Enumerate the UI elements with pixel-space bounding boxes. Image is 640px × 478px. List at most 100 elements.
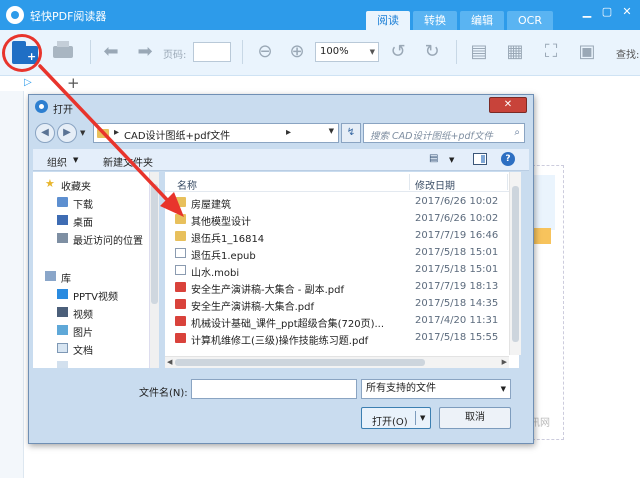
- open-button[interactable]: 打开(O) ▼: [361, 407, 431, 429]
- column-header-name[interactable]: 名称: [177, 177, 197, 192]
- next-page-button[interactable]: ➡: [132, 40, 158, 64]
- nav-item-documents[interactable]: 文档: [33, 340, 152, 357]
- scrollbar-thumb[interactable]: [151, 184, 158, 304]
- zoom-out-button[interactable]: ⊖: [252, 40, 278, 64]
- arrow-left-icon: ⬅: [103, 41, 119, 62]
- open-file-dialog: 打开 ✕ ◀ ▶ ▼ ▸ CAD设计图纸+pdf文件 ▸ ▼ ↯ 搜索 CAD设…: [28, 94, 534, 444]
- pdf-file-icon: [175, 316, 186, 326]
- nav-item-music[interactable]: [33, 358, 152, 368]
- chevron-down-icon[interactable]: ▼: [329, 127, 334, 135]
- nav-item-recent-places[interactable]: 最近访问的位置: [33, 230, 152, 247]
- breadcrumb-separator-icon[interactable]: ▸: [114, 127, 119, 138]
- app-logo-icon: [6, 6, 24, 24]
- download-folder-icon: [57, 197, 68, 207]
- dialog-close-button[interactable]: ✕: [489, 97, 527, 113]
- search-input[interactable]: 搜索 CAD设计图纸+pdf文件 ⌕: [363, 123, 525, 143]
- zoom-out-icon: ⊖: [257, 41, 273, 62]
- back-button[interactable]: ◀: [35, 123, 55, 143]
- nav-item-pictures[interactable]: 图片: [33, 322, 152, 339]
- refresh-button[interactable]: ↯: [341, 123, 361, 143]
- chevron-down-icon[interactable]: ▼: [420, 414, 425, 422]
- file-name: 山水.mobi: [191, 268, 240, 279]
- screenshot-button[interactable]: ▣: [574, 40, 600, 64]
- scroll-left-icon[interactable]: ◀: [167, 358, 172, 366]
- nav-item-libraries[interactable]: 库: [33, 268, 152, 285]
- left-sidebar: [0, 91, 24, 478]
- preview-pane-icon[interactable]: [473, 153, 487, 165]
- file-row[interactable]: 机械设计基础_课件_ppt超级合集(720页)... 2017/4/20 11:3…: [165, 313, 519, 330]
- column-divider[interactable]: [409, 174, 410, 190]
- nav-item-pptv[interactable]: PPTV视频: [33, 286, 152, 303]
- filename-input[interactable]: [191, 379, 357, 399]
- new-folder-button[interactable]: 新建文件夹: [103, 154, 153, 169]
- zoom-select[interactable]: 100% ▼: [315, 42, 379, 62]
- close-button[interactable]: ✕: [620, 5, 634, 19]
- file-name: 计算机维修工(三级)操作技能练习题.pdf: [191, 336, 369, 347]
- chevron-down-icon[interactable]: ▼: [449, 156, 454, 164]
- scroll-right-icon[interactable]: ▶: [502, 358, 507, 366]
- scrollbar-thumb[interactable]: [512, 186, 519, 342]
- pptv-icon: [57, 289, 68, 299]
- split-divider: [415, 411, 416, 425]
- cancel-button[interactable]: 取消: [439, 407, 511, 429]
- new-tab-button[interactable]: +: [67, 74, 80, 92]
- file-type-select[interactable]: 所有支持的文件 ▼: [361, 379, 511, 399]
- nav-item-videos[interactable]: 视频: [33, 304, 152, 321]
- nav-item-label: 收藏夹: [61, 182, 91, 193]
- navigation-pane-scrollbar[interactable]: [149, 172, 159, 368]
- address-bar[interactable]: ▸ CAD设计图纸+pdf文件 ▸ ▼: [93, 123, 339, 143]
- tab-convert[interactable]: 转换: [413, 11, 457, 30]
- file-row[interactable]: 房屋建筑2017/6/26 10:02文件夹: [165, 194, 519, 211]
- file-row[interactable]: 退伍兵1_168142017/7/19 16:46文件夹: [165, 228, 519, 245]
- file-row[interactable]: 安全生产演讲稿-大集合.pdf2017/5/18 14:35WPS P: [165, 296, 519, 313]
- forward-button[interactable]: ▶: [57, 123, 77, 143]
- dialog-app-icon: [35, 100, 48, 113]
- minimize-button[interactable]: ▁: [580, 5, 594, 19]
- chevron-down-icon[interactable]: ▼: [73, 156, 78, 164]
- scrollbar-thumb[interactable]: [175, 359, 425, 366]
- file-row[interactable]: 山水.mobi2017/5/18 15:01MOBI: [165, 262, 519, 279]
- file-row[interactable]: 安全生产演讲稿-大集合 - 副本.pdf2017/7/19 18:13WPS P: [165, 279, 519, 296]
- page-number-input[interactable]: [193, 42, 231, 62]
- file-row[interactable]: 计算机维修工(三级)操作技能练习题.pdf2017/5/18 15:55WPS …: [165, 330, 519, 347]
- tab-edit[interactable]: 编辑: [460, 11, 504, 30]
- recent-locations-chevron-icon[interactable]: ▼: [80, 129, 85, 137]
- search-label: 查找:: [616, 50, 640, 61]
- breadcrumb-current-folder[interactable]: CAD设计图纸+pdf文件: [124, 127, 230, 142]
- documents-icon: [57, 343, 68, 353]
- folder-icon: [175, 231, 186, 241]
- zoom-in-button[interactable]: ⊕: [284, 40, 310, 64]
- rotate-right-button[interactable]: ↻: [419, 40, 445, 64]
- breadcrumb-separator-icon[interactable]: ▸: [286, 127, 291, 138]
- single-page-button[interactable]: ▤: [466, 40, 492, 64]
- help-icon[interactable]: ?: [501, 152, 515, 166]
- folder-icon: [97, 129, 109, 138]
- nav-item-desktop[interactable]: 桌面: [33, 212, 152, 229]
- single-page-icon: ▤: [470, 41, 488, 62]
- rotate-left-button[interactable]: ↺: [385, 40, 411, 64]
- star-icon: ★: [45, 177, 55, 190]
- view-options-icon[interactable]: ▤: [429, 153, 438, 164]
- continuous-page-button[interactable]: ▦: [502, 40, 528, 64]
- nav-item-downloads[interactable]: 下载: [33, 194, 152, 211]
- nav-item-favorites[interactable]: ★ 收藏夹: [33, 176, 152, 193]
- file-row[interactable]: 其他模型设计2017/6/26 10:02文件夹: [165, 211, 519, 228]
- file-name: 其他模型设计: [191, 217, 251, 228]
- print-button[interactable]: [50, 40, 76, 64]
- file-list-horizontal-scrollbar[interactable]: ◀ ▶: [165, 356, 509, 368]
- file-date: 2017/6/26 10:02: [415, 196, 499, 207]
- column-header-date[interactable]: 修改日期: [415, 177, 455, 192]
- arrow-right-icon: ▶: [63, 127, 71, 138]
- tab-ocr[interactable]: OCR: [507, 11, 553, 30]
- collapse-sidebar-icon[interactable]: ▷: [24, 77, 32, 88]
- file-row[interactable]: 退伍兵1.epub2017/5/18 15:01EPUB: [165, 245, 519, 262]
- document-tabs: ▷ +: [0, 74, 640, 92]
- file-list-vertical-scrollbar[interactable]: [509, 172, 521, 355]
- file-name: 退伍兵1_16814: [191, 234, 265, 245]
- prev-page-button[interactable]: ⬅: [98, 40, 124, 64]
- organize-button[interactable]: 组织: [47, 154, 67, 169]
- column-divider[interactable]: [507, 174, 508, 190]
- restore-button[interactable]: ▢: [600, 5, 614, 19]
- tab-read[interactable]: 阅读: [366, 11, 410, 30]
- fullscreen-button[interactable]: ⛶: [538, 40, 564, 64]
